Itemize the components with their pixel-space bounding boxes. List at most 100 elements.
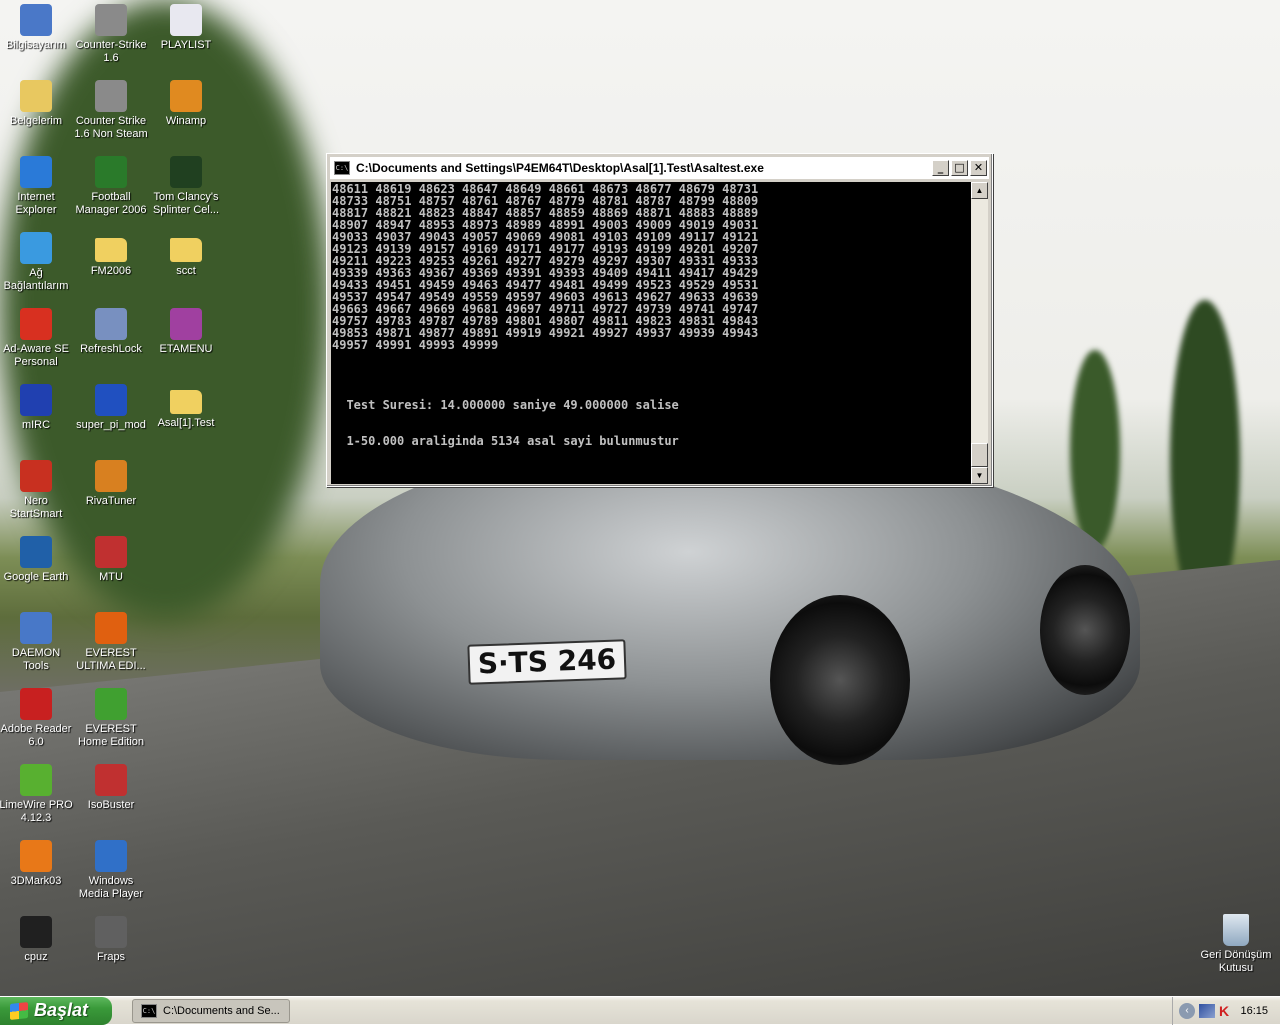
adobe-reader-icon: [20, 688, 52, 720]
desktop-icon[interactable]: Google Earth: [0, 532, 74, 584]
fraps-icon: [95, 916, 127, 948]
kaspersky-icon[interactable]: K: [1219, 1004, 1233, 1018]
desktop-icon[interactable]: Counter Strike 1.6 Non Steam: [73, 76, 149, 141]
network-icon[interactable]: [1199, 1004, 1215, 1018]
desktop-icon[interactable]: Nero StartSmart: [0, 456, 74, 521]
desktop-icon[interactable]: super_pi_mod: [73, 380, 149, 432]
desktop-icon[interactable]: Bilgisayarım: [0, 0, 74, 52]
icon-label: scct: [176, 265, 196, 277]
show-hidden-icons-icon[interactable]: ‹: [1179, 1003, 1195, 1019]
everest-home-icon: [95, 688, 127, 720]
desktop-icon[interactable]: Football Manager 2006: [73, 152, 149, 217]
desktop-icon[interactable]: EVEREST Home Edition: [73, 684, 149, 749]
media-player-icon: [95, 840, 127, 872]
maximize-button[interactable]: □: [951, 160, 968, 176]
folder-icon: [170, 390, 202, 414]
icon-label: RivaTuner: [85, 495, 137, 507]
scroll-down-button[interactable]: ▼: [971, 467, 988, 484]
minimize-button[interactable]: _: [932, 160, 949, 176]
start-button[interactable]: Başlat: [0, 997, 112, 1025]
icon-label: Belgelerim: [10, 115, 62, 127]
title-bar[interactable]: C:\ C:\Documents and Settings\P4EM64T\De…: [330, 157, 989, 179]
icon-label: Counter Strike 1.6 Non Steam: [74, 115, 148, 140]
close-button[interactable]: ✕: [970, 160, 987, 176]
daemon-tools-icon: [20, 612, 52, 644]
icon-label: Geri Dönüşüm Kutusu: [1200, 949, 1272, 974]
everest-ultimate-icon: [95, 612, 127, 644]
my-documents-icon: [20, 80, 52, 112]
desktop-icon[interactable]: 3DMark03: [0, 836, 74, 888]
console-window[interactable]: C:\ C:\Documents and Settings\P4EM64T\De…: [326, 153, 993, 487]
desktop-icon[interactable]: Fraps: [73, 912, 149, 964]
console-line: 49957 49991 49993 49999: [332, 338, 499, 352]
recycle-bin-icon: [1223, 914, 1249, 946]
desktop-icon[interactable]: FM2006: [73, 228, 149, 278]
icon-label: super_pi_mod: [76, 419, 146, 431]
desktop-icon[interactable]: MTU: [73, 532, 149, 584]
mirc-icon: [20, 384, 52, 416]
icon-label: Google Earth: [3, 571, 69, 583]
playlist-file-icon: [170, 4, 202, 36]
taskbar-button-console[interactable]: C:\ C:\Documents and Se...: [132, 999, 290, 1023]
super-pi-icon: [95, 384, 127, 416]
desktop-icon[interactable]: ETAMENU: [148, 304, 224, 356]
icon-label: LimeWire PRO 4.12.3: [0, 799, 73, 824]
3dmark-icon: [20, 840, 52, 872]
folder-icon: [95, 238, 127, 262]
icon-label: Ağ Bağlantılarım: [3, 267, 69, 292]
refreshlock-icon: [95, 308, 127, 340]
start-label: Başlat: [34, 1000, 89, 1020]
desktop-icon[interactable]: Adobe Reader 6.0: [0, 684, 74, 749]
rivatuner-icon: [95, 460, 127, 492]
vertical-scrollbar[interactable]: ▲ ▼: [971, 182, 988, 484]
icon-label: EVEREST ULTIMA EDI...: [76, 647, 146, 672]
desktop-icon[interactable]: mIRC: [0, 380, 74, 432]
desktop-icon[interactable]: Windows Media Player: [73, 836, 149, 901]
desktop-icon[interactable]: Internet Explorer: [0, 152, 74, 217]
icon-label: IsoBuster: [87, 799, 135, 811]
desktop-icon[interactable]: Asal[1].Test: [148, 380, 224, 430]
desktop-icon[interactable]: DAEMON Tools: [0, 608, 74, 673]
desktop-icon[interactable]: LimeWire PRO 4.12.3: [0, 760, 74, 825]
scroll-up-button[interactable]: ▲: [971, 182, 988, 199]
wallpaper-car: [320, 440, 1140, 760]
desktop-icon[interactable]: Ağ Bağlantılarım: [0, 228, 74, 293]
license-plate: S·TS 246: [467, 639, 627, 685]
icon-label: mIRC: [21, 419, 51, 431]
desktop-icon[interactable]: EVEREST ULTIMA EDI...: [73, 608, 149, 673]
icon-label: Fraps: [96, 951, 126, 963]
icon-label: ETAMENU: [159, 343, 213, 355]
desktop-icon[interactable]: Tom Clancy's Splinter Cel...: [148, 152, 224, 217]
icon-label: Internet Explorer: [15, 191, 57, 216]
wallpaper-wheel: [1040, 565, 1130, 695]
etamenu-icon: [170, 308, 202, 340]
counter-strike-icon: [95, 80, 127, 112]
icon-label: Bilgisayarım: [6, 39, 66, 51]
icon-label: FM2006: [90, 265, 132, 277]
icon-label: Counter-Strike 1.6: [75, 39, 147, 64]
desktop-icon[interactable]: Ad-Aware SE Personal: [0, 304, 74, 369]
desktop-icon[interactable]: scct: [148, 228, 224, 278]
scroll-thumb[interactable]: [971, 443, 988, 467]
desktop-icon[interactable]: Belgelerim: [0, 76, 74, 128]
desktop-icon[interactable]: RefreshLock: [73, 304, 149, 356]
icon-label: cpuz: [24, 951, 48, 963]
clock: 16:15: [1240, 1005, 1268, 1017]
desktop-icon[interactable]: IsoBuster: [73, 760, 149, 812]
icon-label: DAEMON Tools: [11, 647, 61, 672]
console-output[interactable]: 48611 48619 48623 48647 48649 48661 4867…: [331, 182, 971, 484]
desktop-icon[interactable]: Winamp: [148, 76, 224, 128]
network-connections-icon: [20, 232, 52, 264]
internet-explorer-icon: [20, 156, 52, 188]
icon-label: MTU: [99, 571, 123, 583]
desktop-icon-recycle-bin[interactable]: Geri Dönüşüm Kutusu: [1198, 910, 1274, 975]
desktop-icon[interactable]: cpuz: [0, 912, 74, 964]
football-manager-icon: [95, 156, 127, 188]
desktop-icon[interactable]: RivaTuner: [73, 456, 149, 508]
desktop-icon[interactable]: PLAYLIST: [148, 0, 224, 52]
console-line: 1-50.000 araliginda 5134 asal sayi bulun…: [332, 434, 679, 448]
desktop-icon[interactable]: Counter-Strike 1.6: [73, 0, 149, 65]
counter-strike-icon: [95, 4, 127, 36]
